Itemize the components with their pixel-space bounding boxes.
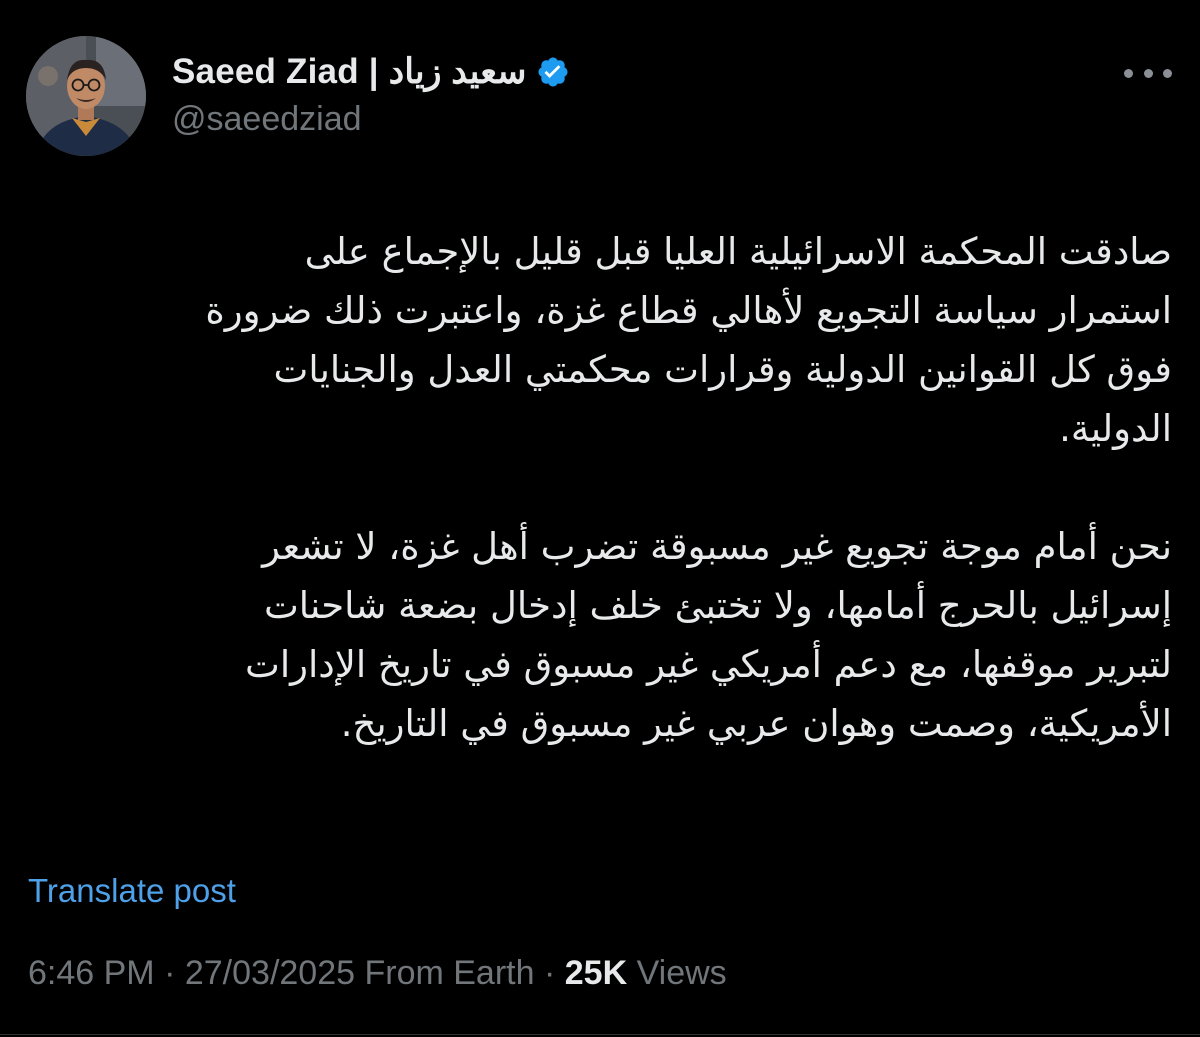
more-horizontal-icon-dot <box>1143 68 1153 78</box>
post-text: صادقت المحكمة الاسرائيلية العليا قبل قلي… <box>30 222 1172 753</box>
more-horizontal-icon-dot <box>1163 68 1172 78</box>
verified-badge-icon[interactable] <box>536 55 570 89</box>
avatar-image <box>26 36 146 156</box>
views-label[interactable]: Views <box>637 954 727 992</box>
author-handle[interactable]: @saeedziad <box>172 100 362 139</box>
post-line: الأمريكية، وصمت وهوان عربي غير مسبوق في … <box>340 702 1172 745</box>
post-line: نحن أمام موجة تجويع غير مسبوقة تضرب أهل … <box>262 525 1172 568</box>
post-line: استمرار سياسة التجويع لأهالي قطاع غزة، و… <box>205 289 1172 332</box>
translate-post-link[interactable]: Translate post <box>28 872 236 910</box>
post-paragraph: نحن أمام موجة تجويع غير مسبوقة تضرب أهل … <box>30 517 1172 753</box>
post-meta: 6:46 PM · 27/03/2025 From Earth · 25K Vi… <box>28 954 727 993</box>
more-horizontal-icon-dot <box>1124 68 1133 78</box>
meta-separator: · <box>543 954 556 992</box>
author-display-name[interactable]: Saeed Ziad | سعيد زياد <box>172 52 526 92</box>
meta-separator: · <box>164 954 176 992</box>
post-time[interactable]: 6:46 PM <box>28 954 155 992</box>
post-line: صادقت المحكمة الاسرائيلية العليا قبل قلي… <box>304 230 1172 273</box>
post-date[interactable]: 27/03/2025 <box>185 954 355 992</box>
avatar[interactable] <box>26 36 146 156</box>
post-source: From Earth <box>364 954 535 992</box>
post-line: لتبرير موقفها، مع دعم أمريكي غير مسبوق ف… <box>245 643 1172 686</box>
author-name-row[interactable]: Saeed Ziad | سعيد زياد <box>172 48 570 96</box>
more-options-button[interactable] <box>1124 56 1172 90</box>
post-line: فوق كل القوانين الدولية وقرارات محكمتي ا… <box>273 348 1173 391</box>
post-paragraph: صادقت المحكمة الاسرائيلية العليا قبل قلي… <box>30 222 1172 458</box>
post-line: إسرائيل بالحرج أمامها، ولا تختبئ خلف إدخ… <box>263 584 1172 627</box>
views-count[interactable]: 25K <box>565 954 627 992</box>
divider <box>0 1034 1200 1035</box>
post-line: الدولية. <box>1059 407 1172 450</box>
